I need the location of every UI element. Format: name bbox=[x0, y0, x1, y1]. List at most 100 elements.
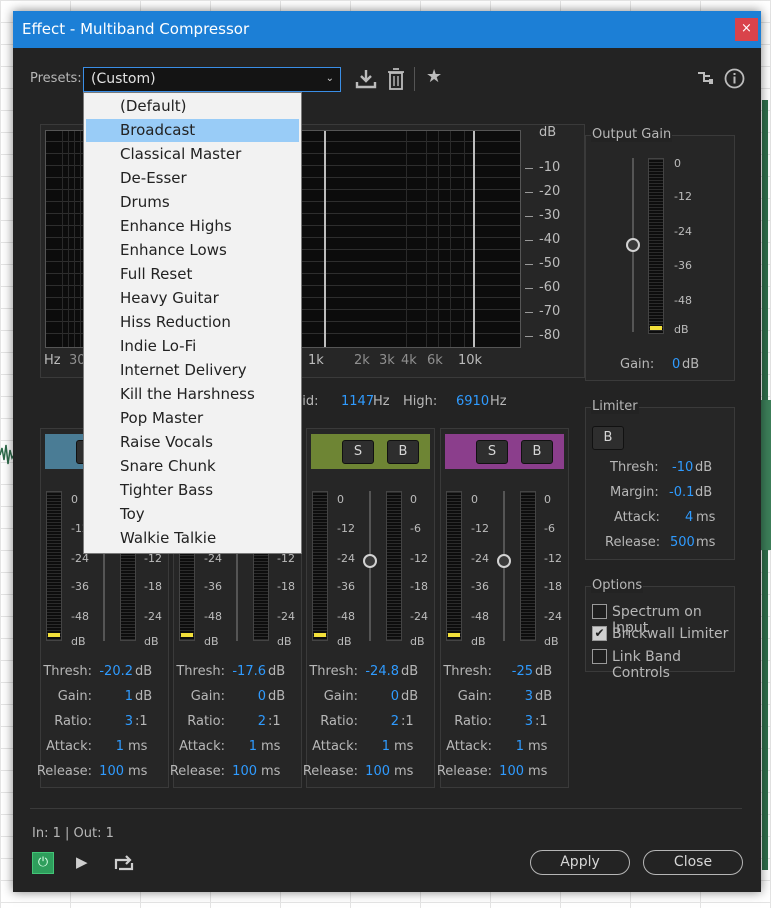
band-attack-value[interactable]: 1 bbox=[116, 739, 124, 754]
close-button[interactable]: Close bbox=[643, 850, 743, 875]
band-attack-value[interactable]: 1 bbox=[249, 739, 257, 754]
preset-option[interactable]: Enhance Highs bbox=[86, 215, 299, 238]
link-band-controls-label: Link Band Controls bbox=[612, 649, 682, 681]
db-tick: -60 bbox=[539, 280, 561, 295]
band-ratio-value[interactable]: 3 bbox=[125, 714, 133, 729]
band-release-value[interactable]: 100 bbox=[232, 764, 257, 779]
preset-option[interactable]: Toy bbox=[86, 503, 299, 526]
preset-option[interactable]: Indie Lo-Fi bbox=[86, 335, 299, 358]
preset-option[interactable]: Tighter Bass bbox=[86, 479, 299, 502]
band-ratio-value[interactable]: 2 bbox=[258, 714, 266, 729]
meter-tick: 0 bbox=[71, 493, 78, 506]
link-band-controls-checkbox[interactable] bbox=[592, 649, 607, 664]
band-attack-value[interactable]: 1 bbox=[382, 739, 390, 754]
band-thresh-value[interactable]: -24.8 bbox=[365, 664, 399, 679]
limiter-title: Limiter bbox=[591, 399, 639, 414]
preset-option[interactable]: Snare Chunk bbox=[86, 455, 299, 478]
preset-option[interactable]: Drums bbox=[86, 191, 299, 214]
hz-unit-label: Hz bbox=[44, 353, 61, 368]
band-thresh-unit: dB bbox=[135, 664, 153, 679]
band-thresh-label: Thresh: bbox=[309, 664, 358, 679]
crossover-mid-value[interactable]: 1147 bbox=[341, 394, 374, 409]
preset-option[interactable]: Full Reset bbox=[86, 263, 299, 286]
output-gain-slider-knob[interactable] bbox=[626, 238, 640, 252]
trash-icon[interactable] bbox=[387, 67, 405, 91]
play-icon[interactable]: ▶ bbox=[76, 853, 88, 871]
preset-option[interactable]: Enhance Lows bbox=[86, 239, 299, 262]
spectrum-on-input-checkbox[interactable] bbox=[592, 604, 607, 619]
brickwall-limiter-checkbox[interactable]: ✔ bbox=[592, 626, 607, 641]
band-bypass-button[interactable]: B bbox=[521, 440, 553, 464]
preset-option[interactable]: De-Esser bbox=[86, 167, 299, 190]
band-thresh-unit: dB bbox=[401, 664, 419, 679]
meter-tick: -36 bbox=[471, 580, 489, 593]
download-icon[interactable] bbox=[355, 68, 377, 90]
band-solo-button[interactable]: S bbox=[476, 440, 508, 464]
presets-select[interactable]: (Custom) ⌄ bbox=[83, 67, 341, 92]
limiter-attack-value[interactable]: 4 bbox=[685, 510, 693, 525]
preset-option[interactable]: Pop Master bbox=[86, 407, 299, 430]
band-thresh-label: Thresh: bbox=[443, 664, 492, 679]
meter-tick: -12 bbox=[674, 190, 692, 203]
preset-option[interactable]: Kill the Harshness bbox=[86, 383, 299, 406]
preset-option[interactable]: Classical Master bbox=[86, 143, 299, 166]
preset-option[interactable]: Raise Vocals bbox=[86, 431, 299, 454]
limiter-thresh-unit: dB bbox=[695, 460, 713, 475]
limiter-thresh-value[interactable]: -10 bbox=[672, 460, 693, 475]
limiter-release-value[interactable]: 500 bbox=[670, 535, 695, 550]
gain-tick: dB bbox=[277, 635, 292, 648]
band-gain-value[interactable]: 1 bbox=[125, 689, 133, 704]
info-icon[interactable] bbox=[724, 68, 745, 89]
band-threshold-slider-knob[interactable] bbox=[363, 554, 377, 568]
window-close-button[interactable]: × bbox=[735, 18, 758, 41]
band-4-panel: S B 0 -12 -24 -36 -48 dB 0 -6 -12 -18 -24 dB Thresh:… bbox=[437, 428, 569, 788]
limiter-bypass-button[interactable]: B bbox=[592, 426, 624, 450]
band-gain-value[interactable]: 0 bbox=[391, 689, 399, 704]
band-release-value[interactable]: 100 bbox=[99, 764, 124, 779]
preset-option[interactable]: (Default) bbox=[86, 95, 299, 118]
output-gain-title: Output Gain bbox=[591, 127, 673, 142]
preset-option[interactable]: Broadcast bbox=[86, 119, 299, 142]
gain-tick: -24 bbox=[410, 610, 428, 623]
band-threshold-slider-knob[interactable] bbox=[497, 554, 511, 568]
limiter-release-label: Release: bbox=[605, 535, 661, 550]
limiter-attack-unit: ms bbox=[696, 510, 716, 525]
crossover-mid-marker[interactable] bbox=[324, 131, 326, 347]
output-gain-value[interactable]: 0 bbox=[672, 357, 680, 372]
loop-icon[interactable] bbox=[114, 854, 134, 872]
band-3-panel: S B 0 -12 -24 -36 -48 dB 0 -6 -12 -18 -24 dB Thresh:… bbox=[303, 428, 435, 788]
crossover-high-marker[interactable] bbox=[473, 131, 475, 347]
meter-tick: -48 bbox=[674, 294, 692, 307]
preset-option[interactable]: Walkie Talkie bbox=[86, 527, 299, 550]
band-thresh-value[interactable]: -17.6 bbox=[232, 664, 266, 679]
band-attack-unit: ms bbox=[128, 739, 148, 754]
star-icon[interactable]: ★ bbox=[426, 66, 442, 87]
power-icon[interactable]: ⏻ bbox=[32, 852, 54, 874]
preset-option[interactable]: Hiss Reduction bbox=[86, 311, 299, 334]
apply-button[interactable]: Apply bbox=[530, 850, 630, 875]
band-level-meter bbox=[312, 491, 328, 641]
band-release-value[interactable]: 100 bbox=[499, 764, 524, 779]
gain-tick: -6 bbox=[544, 522, 555, 535]
band-attack-unit: ms bbox=[394, 739, 414, 754]
band-ratio-value[interactable]: 2 bbox=[391, 714, 399, 729]
crossover-high-value[interactable]: 6910 bbox=[456, 394, 489, 409]
preset-option[interactable]: Internet Delivery bbox=[86, 359, 299, 382]
band-bypass-button[interactable]: B bbox=[387, 440, 419, 464]
meter-tick: dB bbox=[674, 323, 689, 336]
band-attack-value[interactable]: 1 bbox=[516, 739, 524, 754]
gain-tick: -18 bbox=[544, 580, 562, 593]
meter-tick: -48 bbox=[471, 610, 489, 623]
limiter-margin-value[interactable]: -0.1 bbox=[669, 485, 694, 500]
band-gain-value[interactable]: 0 bbox=[258, 689, 266, 704]
band-release-value[interactable]: 100 bbox=[365, 764, 390, 779]
preset-option[interactable]: Heavy Guitar bbox=[86, 287, 299, 310]
band-solo-button[interactable]: S bbox=[342, 440, 374, 464]
presets-dropdown-list: (Default) Broadcast Classical Master De-Ess… bbox=[83, 92, 302, 554]
hz-tick: 4k bbox=[401, 353, 417, 368]
band-ratio-value[interactable]: 3 bbox=[525, 714, 533, 729]
band-thresh-value[interactable]: -25 bbox=[512, 664, 533, 679]
band-gain-value[interactable]: 3 bbox=[525, 689, 533, 704]
band-thresh-value[interactable]: -20.2 bbox=[99, 664, 133, 679]
routing-icon[interactable] bbox=[697, 69, 715, 87]
